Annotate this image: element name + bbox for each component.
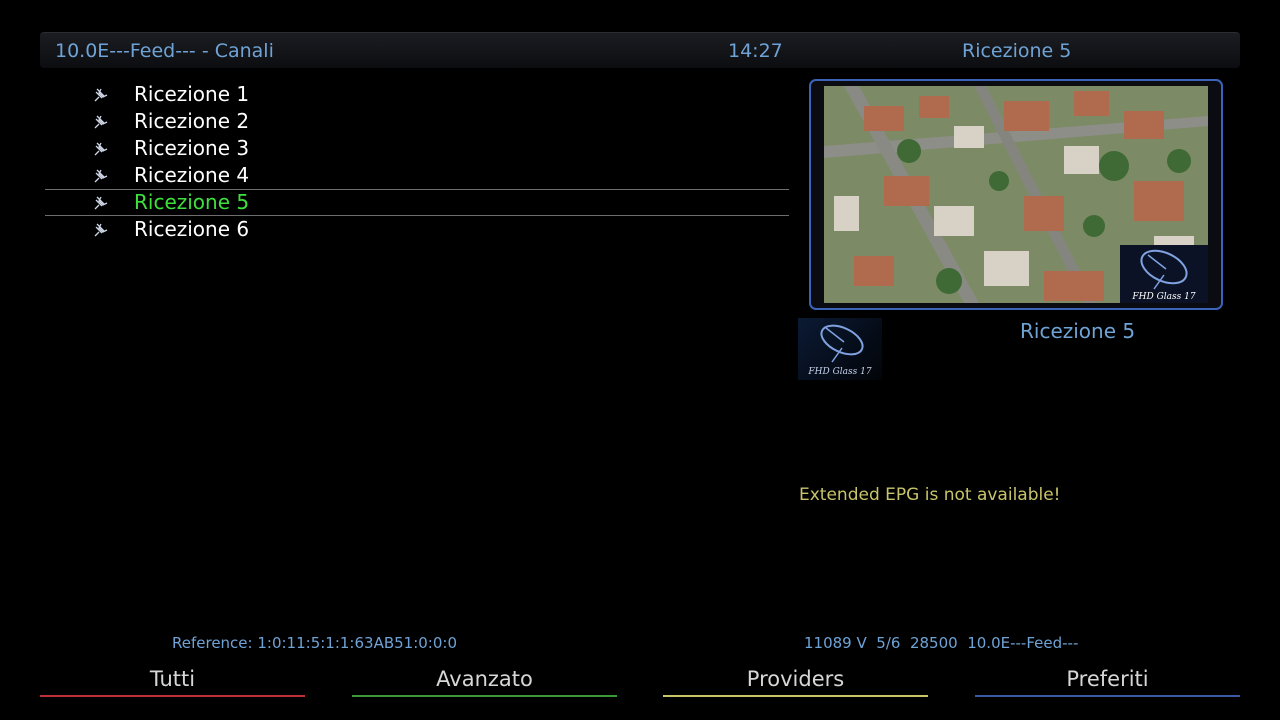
green-button-label: Avanzato	[436, 667, 533, 691]
channel-name: Ricezione 4	[134, 163, 250, 187]
channel-picon: FHD Glass 17	[798, 318, 882, 380]
epg-message: Extended EPG is not available!	[799, 485, 1061, 505]
current-channel-name: Ricezione 5	[962, 40, 1072, 62]
satellite-icon	[94, 115, 108, 129]
satellite-icon	[94, 142, 108, 156]
channel-name: Ricezione 1	[134, 82, 250, 106]
channel-name: Ricezione 5	[134, 190, 250, 214]
channel-selection-screen: 10.0E---Feed--- - Canali 14:27 Ricezione…	[0, 0, 1280, 720]
satellite-icon	[94, 223, 108, 237]
bouquet-title: 10.0E---Feed--- - Canali	[55, 40, 274, 62]
svg-text:FHD Glass 17: FHD Glass 17	[1131, 292, 1195, 302]
service-reference: Reference: 1:0:11:5:1:1:63AB51:0:0:0	[172, 634, 457, 652]
channel-name: Ricezione 2	[134, 109, 250, 133]
red-button-label: Tutti	[149, 667, 196, 691]
channel-row[interactable]: Ricezione 2	[45, 108, 789, 135]
channel-row[interactable]: Ricezione 1	[45, 81, 789, 108]
channel-row[interactable]: Ricezione 6	[45, 216, 789, 243]
channel-logo: FHD Glass 17	[1120, 245, 1208, 303]
blue-button-bar	[975, 695, 1240, 697]
clock: 14:27	[728, 40, 783, 62]
yellow-button-bar	[663, 695, 928, 697]
header-bar: 10.0E---Feed--- - Canali 14:27 Ricezione…	[40, 32, 1240, 68]
satellite-icon	[94, 196, 108, 210]
selected-channel-name: Ricezione 5	[1020, 319, 1136, 343]
channel-row-selected[interactable]: Ricezione 5	[45, 189, 789, 216]
green-button-bar	[352, 695, 617, 697]
channel-row[interactable]: Ricezione 3	[45, 135, 789, 162]
red-button-bar	[40, 695, 305, 697]
yellow-button[interactable]: Providers	[663, 664, 928, 697]
channel-name: Ricezione 3	[134, 136, 250, 160]
satellite-icon	[94, 88, 108, 102]
video-preview-frame: FHD Glass 17	[809, 79, 1223, 310]
blue-button-label: Preferiti	[1066, 667, 1149, 691]
channel-name: Ricezione 6	[134, 217, 250, 241]
red-button[interactable]: Tutti	[40, 664, 305, 697]
green-button[interactable]: Avanzato	[352, 664, 617, 697]
yellow-button-label: Providers	[746, 667, 845, 691]
video-preview: FHD Glass 17	[824, 86, 1208, 303]
channel-list: Ricezione 1 Ricezione 2 Ricezione 3 Rice…	[45, 81, 789, 243]
transponder-info: 11089 V 5/6 28500 10.0E---Feed---	[804, 634, 1079, 652]
satellite-icon	[94, 169, 108, 183]
svg-text:FHD Glass 17: FHD Glass 17	[807, 367, 871, 377]
channel-row[interactable]: Ricezione 4	[45, 162, 789, 189]
blue-button[interactable]: Preferiti	[975, 664, 1240, 697]
